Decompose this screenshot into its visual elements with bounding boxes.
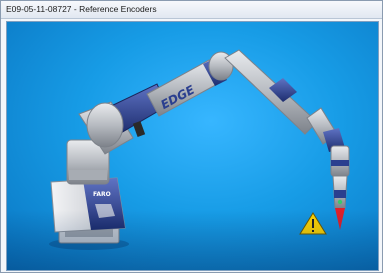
arm-forearm [224,49,345,152]
base-brand-label: FARO [93,191,111,198]
app-window: E09-05-11-08727 - Reference Encoders FAR… [0,0,383,273]
window-title: E09-05-11-08727 - Reference Encoders [6,4,157,14]
title-bar[interactable]: E09-05-11-08727 - Reference Encoders [1,1,382,19]
arm-upper-segment: EDGE [146,51,234,117]
arm-3d-viewport[interactable]: FARO EDGE [6,21,379,271]
floor-shadow [7,210,378,270]
